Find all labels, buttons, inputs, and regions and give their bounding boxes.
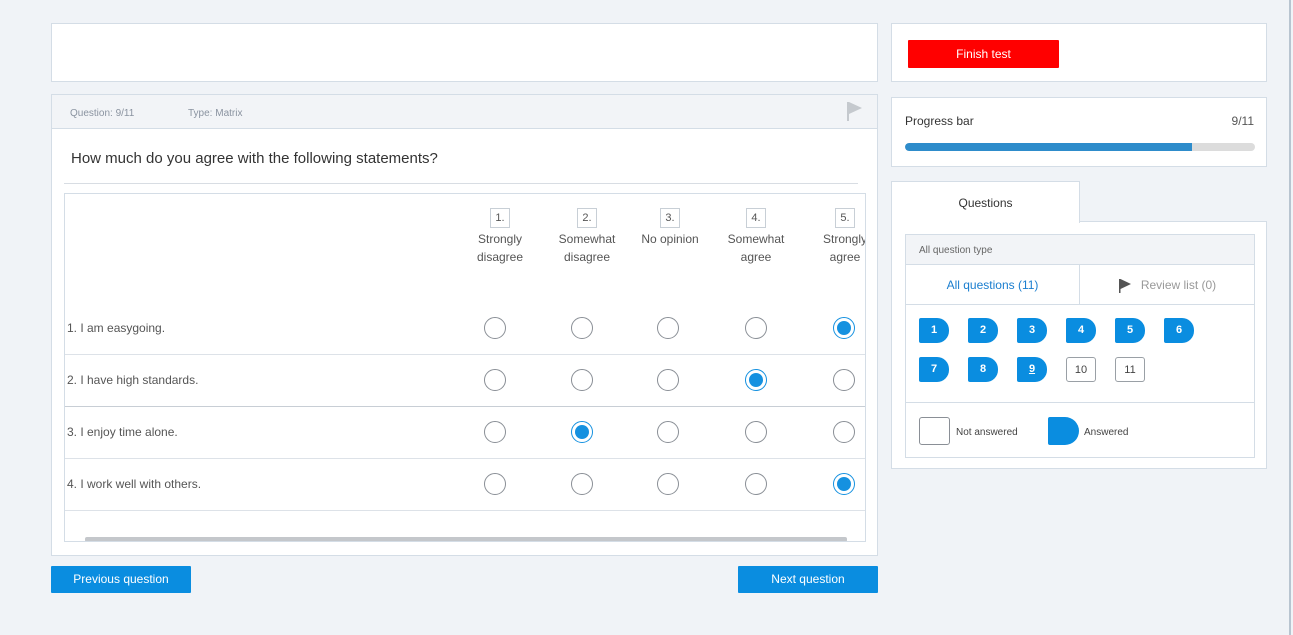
flag-icon [1118,278,1131,293]
matrix-row: 4. I work well with others. [65,459,865,511]
question-nav-button[interactable]: 6 [1164,318,1194,343]
window-edge [1289,0,1291,635]
radio-option[interactable] [833,421,855,443]
previous-question-button[interactable]: Previous question [51,566,191,593]
column-number: 5. [835,208,855,228]
question-nav-button[interactable]: 7 [919,357,949,382]
column-label-line2: disagree [563,250,611,264]
matrix-row: 2. I have high standards. [65,355,865,407]
column-label-line2: agree [829,250,861,264]
radio-option[interactable] [484,421,506,443]
column-number: 3. [660,208,680,228]
question-nav-button[interactable]: 9 [1017,357,1047,382]
radio-option[interactable] [833,369,855,391]
column-header: 5. Strongly agree [805,208,866,266]
legend-unanswered-swatch [919,417,950,445]
row-label: 1. I am easygoing. [67,321,166,335]
question-nav-button[interactable]: 8 [968,357,998,382]
finish-panel: Finish test [891,23,1267,82]
tab-all-questions[interactable]: All questions (11) [906,265,1080,305]
question-title: How much do you agree with the following… [71,150,438,167]
matrix-row: 1. I am easygoing. [65,303,865,355]
progress-count: 9/11 [1231,114,1254,128]
progress-bar [905,143,1255,151]
tab-review-list[interactable]: Review list (0) [1081,265,1254,305]
radio-option[interactable] [657,421,679,443]
question-nav-button[interactable]: 2 [968,318,998,343]
question-number: Question: 9/11 [70,108,135,119]
radio-option[interactable] [657,369,679,391]
column-header: 2. Somewhat disagree [547,208,627,266]
question-nav-button[interactable]: 11 [1115,357,1145,382]
column-number: 4. [746,208,766,228]
question-header: Question: 9/11 Type: Matrix [52,95,877,129]
question-nav-button[interactable]: 3 [1017,318,1047,343]
question-list-tabs: All questions (11) Review list (0) [906,265,1254,305]
column-label-line1: Strongly [477,232,523,246]
radio-option[interactable] [745,369,767,391]
radio-option[interactable] [484,317,506,339]
row-label: 3. I enjoy time alone. [67,425,178,439]
radio-option[interactable] [657,317,679,339]
column-header: 1. Strongly disagree [460,208,540,266]
question-type: Type: Matrix [188,108,243,119]
divider [906,402,1254,403]
question-nav-button[interactable]: 1 [919,318,949,343]
progress-panel: Progress bar 9/11 [891,97,1267,167]
tab-questions[interactable]: Questions [891,181,1080,223]
question-nav-button[interactable]: 5 [1115,318,1145,343]
finish-test-button[interactable]: Finish test [908,40,1059,68]
radio-option[interactable] [745,317,767,339]
questions-panel: All question type All questions (11) Rev… [891,221,1267,469]
question-navigator: All question type All questions (11) Rev… [905,234,1255,458]
progress-fill [905,143,1192,151]
column-label-line1: Strongly [822,232,866,246]
radio-option[interactable] [833,317,855,339]
top-blank-panel [51,23,878,82]
row-label: 2. I have high standards. [67,373,199,387]
legend-answered-label: Answered [1084,427,1129,438]
horizontal-scrollbar[interactable] [85,537,847,541]
radio-option[interactable] [484,369,506,391]
column-number: 2. [577,208,597,228]
divider [64,183,858,184]
radio-option[interactable] [571,473,593,495]
radio-option[interactable] [571,421,593,443]
question-nav-button[interactable]: 10 [1066,357,1096,382]
flag-icon[interactable] [845,101,863,121]
matrix-row: 3. I enjoy time alone. [65,407,865,459]
column-label-line1: Somewhat [727,232,785,246]
column-label-line1: No opinion [641,232,699,246]
question-nav-button[interactable]: 4 [1066,318,1096,343]
radio-option[interactable] [745,473,767,495]
column-label-line1: Somewhat [558,232,616,246]
radio-option[interactable] [657,473,679,495]
column-header: 4. Somewhat agree [716,208,796,266]
row-label: 4. I work well with others. [67,477,202,491]
column-number: 1. [490,208,510,228]
review-list-label: Review list (0) [1140,278,1217,292]
radio-option[interactable] [833,473,855,495]
radio-option[interactable] [571,317,593,339]
radio-option[interactable] [745,421,767,443]
progress-label: Progress bar [905,114,974,128]
legend-answered-swatch [1048,417,1079,445]
next-question-button[interactable]: Next question [738,566,878,593]
matrix-table: 1. Strongly disagree 2. Somewhat disagree 3. No… [64,193,866,542]
column-label-line2: agree [740,250,772,264]
column-header: 3. No opinion [630,208,710,248]
question-panel: Question: 9/11 Type: Matrix How much do … [51,94,878,556]
radio-option[interactable] [484,473,506,495]
column-label-line2: disagree [476,250,524,264]
radio-option[interactable] [571,369,593,391]
question-type-filter[interactable]: All question type [906,235,1254,265]
legend-unanswered-label: Not answered [956,427,1018,438]
